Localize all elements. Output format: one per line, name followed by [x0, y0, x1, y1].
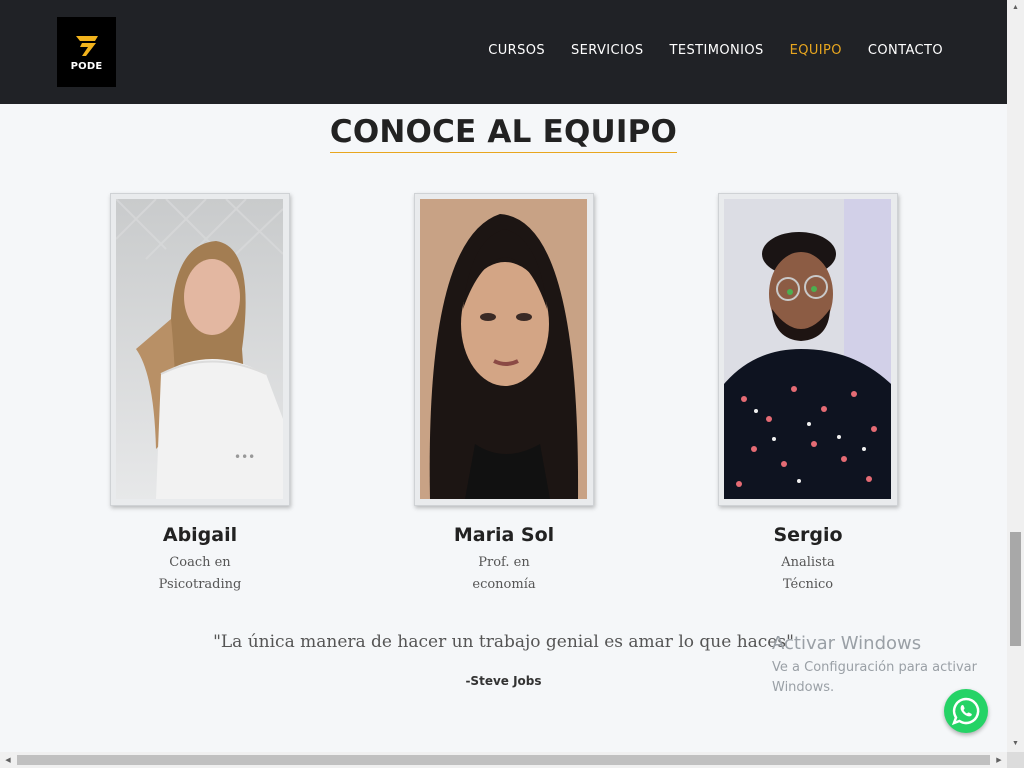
- member-role-line2: economía: [472, 577, 536, 592]
- horizontal-scrollbar[interactable]: ◀ ▶: [0, 752, 1007, 768]
- site-header: PODE CURSOS SERVICIOS TESTIMONIOS EQUIPO…: [0, 0, 1007, 104]
- horizontal-scroll-thumb[interactable]: [17, 755, 990, 765]
- member-role-line2: Psicotrading: [158, 577, 242, 592]
- team-card-sergio: Sergio Analista Técnico: [718, 193, 898, 596]
- section-title-wrap: CONOCE AL EQUIPO: [0, 114, 1007, 153]
- team-photo-abigail: •••: [116, 199, 283, 499]
- page: PODE CURSOS SERVICIOS TESTIMONIOS EQUIPO…: [0, 0, 1024, 768]
- whatsapp-button[interactable]: [944, 689, 988, 733]
- pode-logo-icon: [75, 36, 98, 56]
- nav-item-cursos[interactable]: CURSOS: [488, 43, 545, 58]
- scroll-up-arrow-icon[interactable]: ▲: [1007, 0, 1024, 14]
- brand-logo[interactable]: PODE: [57, 17, 116, 87]
- vertical-scroll-thumb[interactable]: [1010, 532, 1021, 646]
- photo-frame: [414, 193, 594, 506]
- brand-name: PODE: [70, 61, 103, 72]
- team-card-maria-sol: Maria Sol Prof. en economía: [414, 193, 594, 596]
- scroll-left-arrow-icon[interactable]: ◀: [0, 752, 16, 768]
- member-role-line1: Coach en: [169, 555, 231, 570]
- whatsapp-icon: [951, 697, 980, 726]
- member-role-line2: Técnico: [782, 577, 834, 592]
- nav-item-servicios[interactable]: SERVICIOS: [571, 43, 644, 58]
- member-name: Abigail: [162, 524, 238, 546]
- watermark-line2: Windows.: [772, 680, 835, 695]
- photo-frame: [718, 193, 898, 506]
- scroll-down-arrow-icon[interactable]: ▼: [1007, 736, 1024, 750]
- watermark-message: Ve a Configuración para activar Windows.: [772, 658, 977, 698]
- member-role-line1: Prof. en: [478, 555, 530, 570]
- svg-text:•••: •••: [234, 450, 255, 464]
- member-name: Sergio: [773, 524, 843, 546]
- nav-item-contacto[interactable]: CONTACTO: [868, 43, 943, 58]
- team-photo-sergio: [724, 199, 891, 499]
- scrollbar-corner: [1007, 752, 1024, 768]
- section-title: CONOCE AL EQUIPO: [329, 114, 678, 153]
- watermark-title: Activar Windows: [772, 633, 922, 654]
- team-card-abigail: ••• Abigail Coach en Psicotrading: [110, 193, 290, 596]
- team-photo-maria-sol: [420, 199, 587, 499]
- nav-item-testimonios[interactable]: TESTIMONIOS: [670, 43, 764, 58]
- member-role: Prof. en economía: [414, 552, 594, 596]
- windows-activation-watermark: Activar Windows Ve a Configuración para …: [772, 633, 977, 698]
- nav-item-equipo[interactable]: EQUIPO: [790, 43, 842, 58]
- member-name: Maria Sol: [453, 524, 555, 546]
- photo-frame: •••: [110, 193, 290, 506]
- scroll-right-arrow-icon[interactable]: ▶: [991, 752, 1007, 768]
- member-role-line1: Analista: [781, 555, 835, 570]
- vertical-scrollbar[interactable]: ▲ ▼: [1007, 0, 1024, 752]
- member-role: Analista Técnico: [718, 552, 898, 596]
- member-role: Coach en Psicotrading: [110, 552, 290, 596]
- main-nav: CURSOS SERVICIOS TESTIMONIOS EQUIPO CONT…: [488, 43, 943, 58]
- watermark-line1: Ve a Configuración para activar: [772, 660, 977, 675]
